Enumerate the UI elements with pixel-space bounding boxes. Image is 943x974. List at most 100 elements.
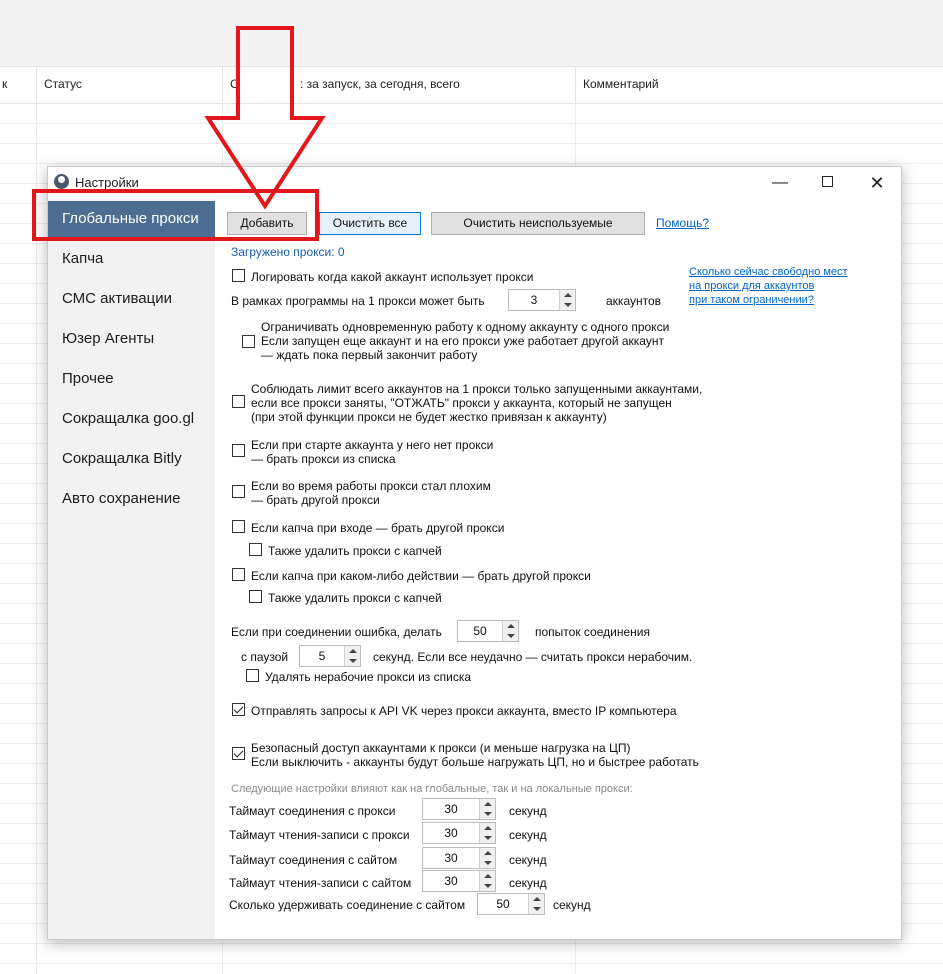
api-vk-checkbox[interactable]: [232, 703, 245, 716]
captcha-login-label: Если капча при входе — брать другой прок…: [251, 521, 505, 535]
pause-suffix: секунд. Если все неудачно — считать прок…: [373, 650, 693, 664]
keep-alive-unit: секунд: [553, 898, 591, 912]
sidebar-item-captcha[interactable]: Капча: [48, 241, 215, 277]
bad-proxy-line-1: Если во время работы прокси стал плохим: [251, 479, 491, 493]
delete-bad-label: Удалять нерабочие прокси из списка: [265, 670, 472, 684]
bad-proxy-line-2: — брать другой прокси: [251, 493, 380, 507]
pause-spinner[interactable]: 5: [299, 645, 361, 667]
down-arrow-icon: [204, 26, 326, 210]
captcha-action-delete-label: Также удалить прокси с капчей: [268, 591, 442, 605]
timeout-unit-1: секунд: [509, 804, 547, 818]
timeout-value-1[interactable]: 30: [423, 799, 479, 819]
captcha-action-delete-checkbox[interactable]: [249, 590, 262, 603]
pause-label: с паузой: [241, 650, 289, 664]
maximize-icon: [821, 175, 833, 187]
captcha-action-label: Если капча при каком-либо действии — бра…: [251, 569, 591, 583]
retry-value[interactable]: 50: [458, 621, 502, 641]
timeout-spinner-4[interactable]: 30: [422, 870, 496, 892]
log-usage-checkbox[interactable]: [232, 269, 245, 282]
limit-running-checkbox[interactable]: [232, 395, 245, 408]
close-button[interactable]: ✕: [857, 171, 897, 195]
spinner-arrows-icon[interactable]: [479, 848, 495, 868]
spinner-arrows-icon[interactable]: [502, 621, 518, 641]
timeout-value-4[interactable]: 30: [423, 871, 479, 891]
no-proxy-start-checkbox[interactable]: [232, 444, 245, 457]
limit-running-line-3: (при этой функции прокси не будет жестко…: [251, 410, 607, 424]
sidebar-item-googl[interactable]: Сокращалка goo.gl: [48, 401, 215, 437]
column-divider: [575, 67, 576, 105]
free-slots-link-3[interactable]: при таком ограничении?: [689, 293, 814, 307]
timeout-label-1: Таймаут соединения с прокси: [229, 804, 396, 818]
timeout-unit-4: секунд: [509, 876, 547, 890]
keep-alive-value[interactable]: 50: [478, 894, 528, 914]
free-slots-link-2[interactable]: на прокси для аккаунтов: [689, 279, 814, 293]
settings-dialog: Настройки — ✕ Глобальные прокси Капча СМ…: [47, 166, 902, 940]
clear-unused-button[interactable]: Очистить неиспользуемые: [431, 212, 645, 235]
shared-settings-note: Следующие настройки влияют как на глобал…: [231, 783, 633, 795]
spinner-arrows-icon[interactable]: [528, 894, 544, 914]
per-proxy-spinner[interactable]: 3: [508, 289, 576, 311]
sidebar-item-sms[interactable]: СМС активации: [48, 281, 215, 317]
spinner-arrows-icon[interactable]: [479, 871, 495, 891]
keep-alive-label: Сколько удерживать соединение с сайтом: [229, 898, 466, 912]
limit-one-line-3: — ждать пока первый закончит работу: [261, 348, 478, 362]
limit-running-line-2: если все прокси заняты, "ОТЖАТЬ" прокси …: [251, 396, 672, 410]
column-header-comment[interactable]: Комментарий: [583, 77, 659, 91]
spinner-arrows-icon[interactable]: [479, 799, 495, 819]
timeout-unit-3: секунд: [509, 853, 547, 867]
no-proxy-start-line-2: — брать прокси из списка: [251, 452, 396, 466]
per-proxy-value[interactable]: 3: [509, 290, 559, 310]
column-divider: [36, 67, 37, 105]
captcha-login-delete-checkbox[interactable]: [249, 543, 262, 556]
per-proxy-suffix: аккаунтов: [606, 294, 662, 308]
per-proxy-label: В рамках программы на 1 прокси может быт…: [231, 294, 485, 308]
timeout-spinner-2[interactable]: 30: [422, 822, 496, 844]
timeout-spinner-1[interactable]: 30: [422, 798, 496, 820]
timeout-spinner-3[interactable]: 30: [422, 847, 496, 869]
captcha-login-checkbox[interactable]: [232, 520, 245, 533]
timeout-label-2: Таймаут чтения-записи с прокси: [229, 828, 410, 842]
captcha-action-checkbox[interactable]: [232, 568, 245, 581]
dialog-title: Настройки: [75, 175, 139, 190]
maximize-button[interactable]: [807, 171, 847, 195]
log-usage-label: Логировать когда какой аккаунт используе…: [251, 270, 534, 284]
sidebar-item-other[interactable]: Прочее: [48, 361, 215, 397]
safe-access-line-1: Безопасный доступ аккаунтами к прокси (и…: [251, 741, 631, 755]
sidebar-item-bitly[interactable]: Сокращалка Bitly: [48, 441, 215, 477]
table-header: к Статус С : за запуск, за сегодня, всег…: [0, 66, 943, 105]
retry-spinner[interactable]: 50: [457, 620, 519, 642]
column-header-status[interactable]: Статус: [44, 77, 82, 91]
help-link[interactable]: Помощь?: [656, 216, 709, 230]
limit-running-line-1: Соблюдать лимит всего аккаунтов на 1 про…: [251, 382, 703, 396]
timeout-unit-2: секунд: [509, 828, 547, 842]
clear-all-button[interactable]: Очистить все: [319, 212, 421, 235]
limit-one-checkbox[interactable]: [242, 335, 255, 348]
sidebar-item-user-agents[interactable]: Юзер Агенты: [48, 321, 215, 357]
keep-alive-spinner[interactable]: 50: [477, 893, 545, 915]
bad-proxy-checkbox[interactable]: [232, 485, 245, 498]
spinner-arrows-icon[interactable]: [344, 646, 360, 666]
spinner-arrows-icon[interactable]: [479, 823, 495, 843]
free-slots-link-1[interactable]: Сколько сейчас свободно мест: [689, 265, 848, 279]
api-vk-label: Отправлять запросы к API VK через прокси…: [251, 704, 677, 718]
timeout-label-3: Таймаут соединения с сайтом: [229, 853, 398, 867]
timeout-value-2[interactable]: 30: [423, 823, 479, 843]
retry-label: Если при соединении ошибка, делать: [231, 625, 442, 639]
loaded-proxies-status: Загружено прокси: 0: [231, 245, 345, 259]
minimize-button[interactable]: —: [760, 171, 800, 195]
column-header-partial[interactable]: к: [2, 77, 7, 91]
retry-suffix: попыток соединения: [535, 625, 650, 639]
sidebar-item-autosave[interactable]: Авто сохранение: [48, 481, 215, 517]
spinner-arrows-icon[interactable]: [559, 290, 575, 310]
settings-sidebar: Глобальные прокси Капча СМС активации Юз…: [48, 199, 215, 939]
delete-bad-checkbox[interactable]: [246, 669, 259, 682]
timeout-label-4: Таймаут чтения-записи с сайтом: [229, 876, 412, 890]
timeout-value-3[interactable]: 30: [423, 848, 479, 868]
limit-one-line-2: Если запущен еще аккаунт и на его прокси…: [261, 334, 664, 348]
limit-one-line-1: Ограничивать одновременную работу к одно…: [261, 320, 670, 334]
user-icon: [54, 174, 69, 189]
captcha-login-delete-label: Также удалить прокси с капчей: [268, 544, 442, 558]
pause-value[interactable]: 5: [300, 646, 344, 666]
safe-access-checkbox[interactable]: [232, 747, 245, 760]
app-top-area: [0, 0, 943, 66]
